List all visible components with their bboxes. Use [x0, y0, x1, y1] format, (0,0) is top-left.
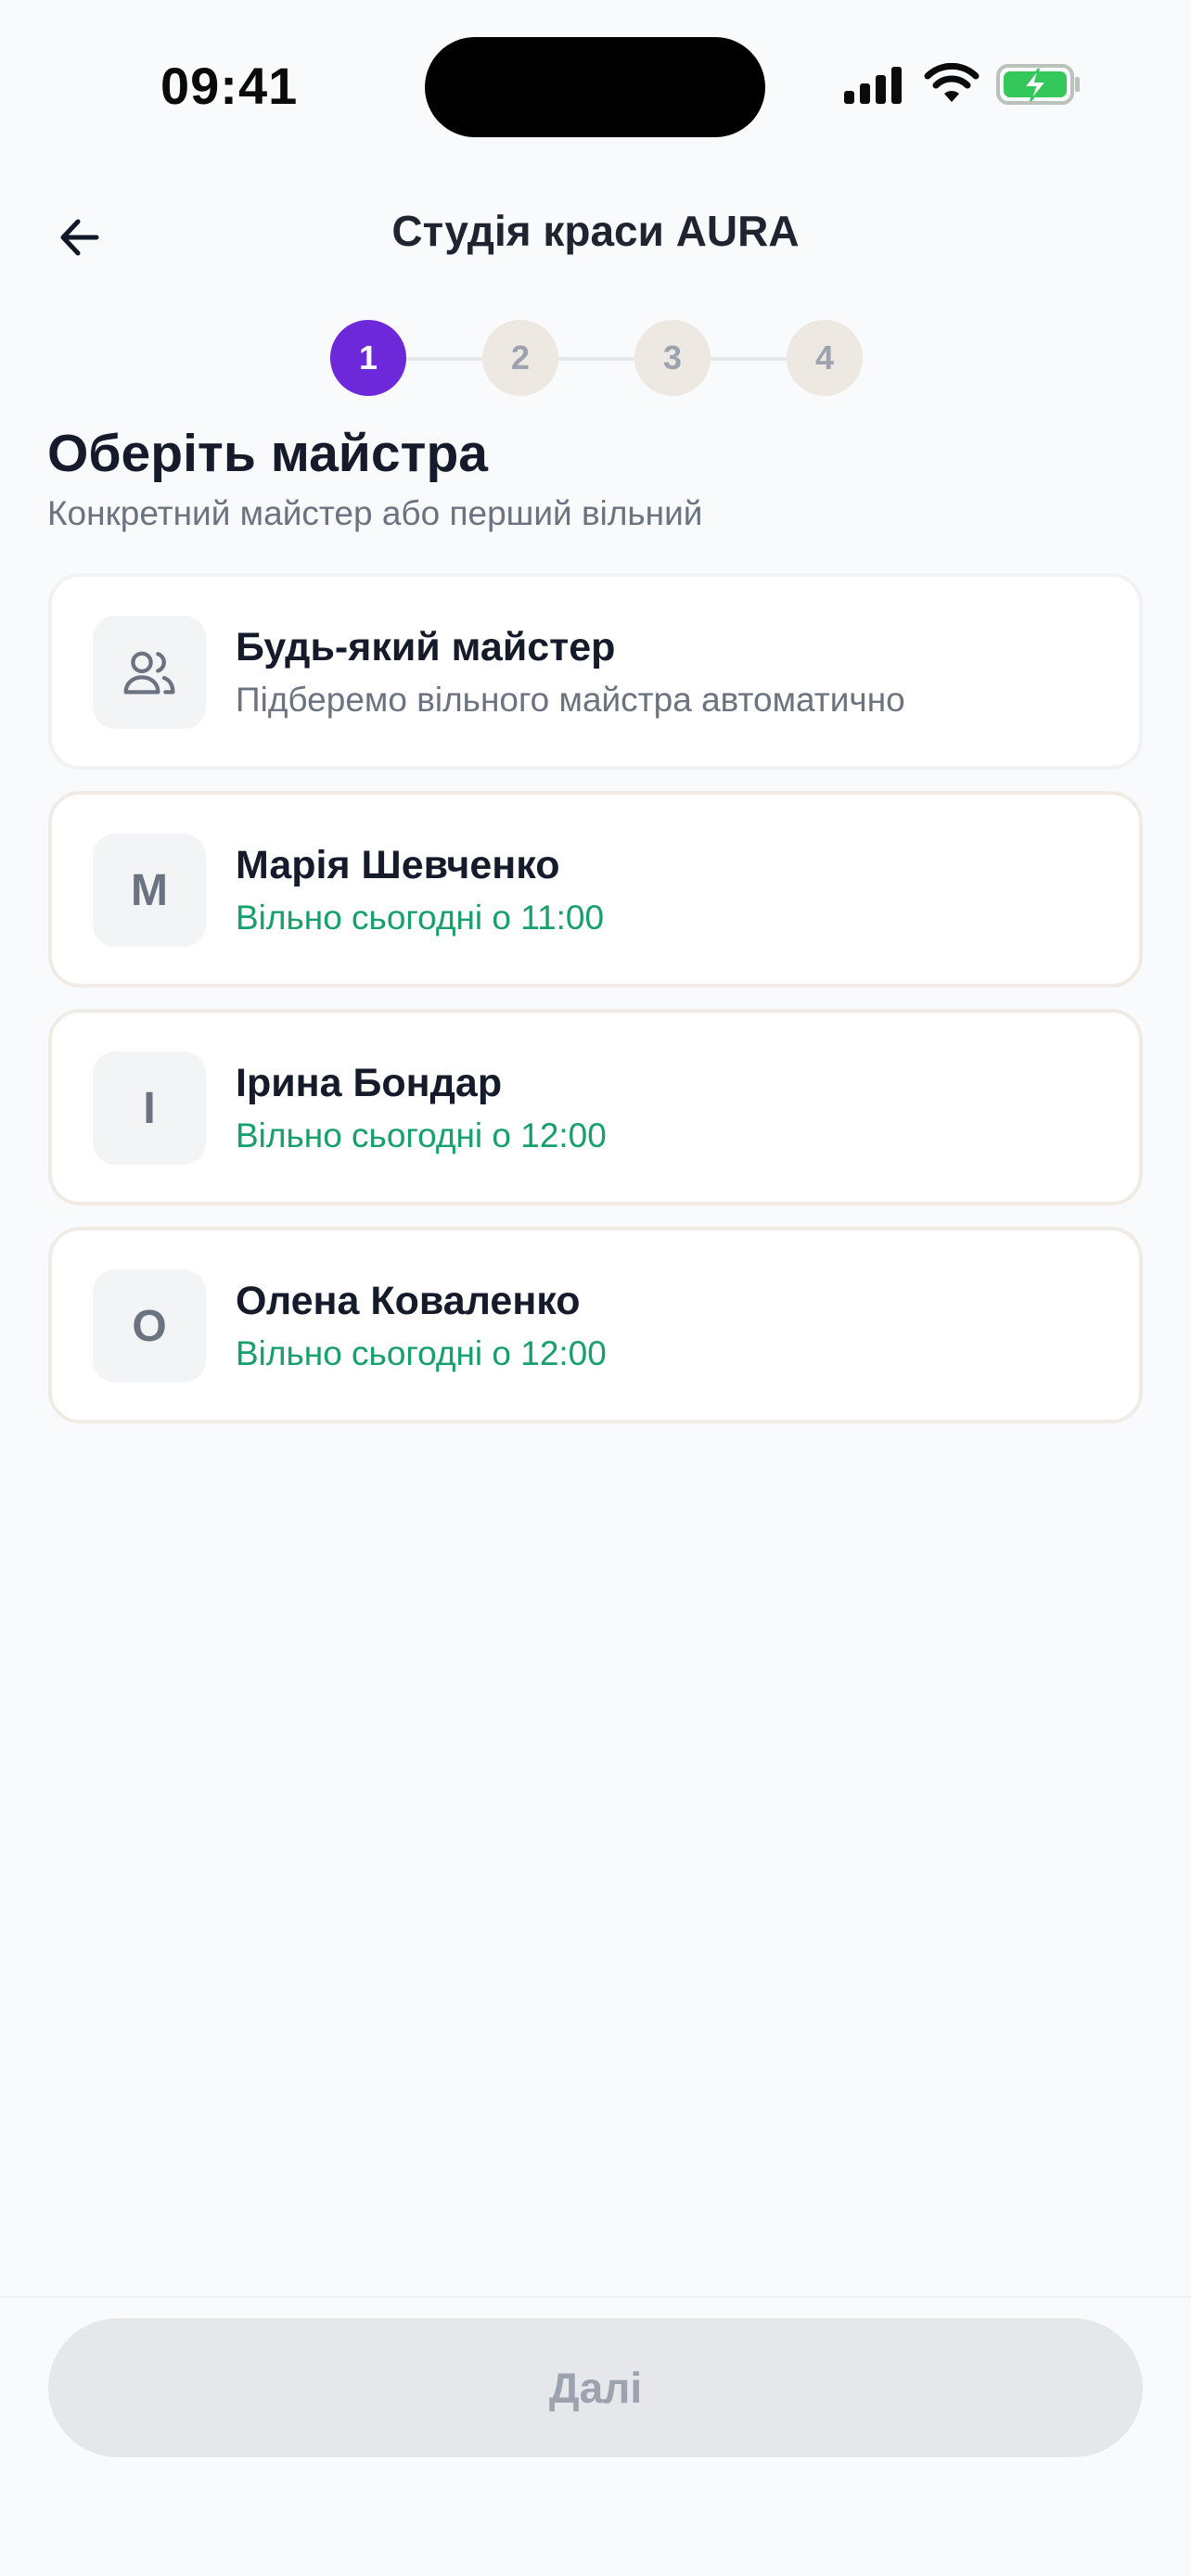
- users-icon: [123, 651, 175, 695]
- step-2: 2: [482, 320, 558, 396]
- stepper-connector: [711, 357, 787, 361]
- master-name: Олена Коваленко: [236, 1279, 581, 1323]
- battery-charging-icon: [996, 64, 1080, 105]
- master-card[interactable]: О Олена Коваленко Вільно сьогодні о 12:0…: [48, 1227, 1143, 1423]
- master-avatar: М: [93, 834, 206, 947]
- master-name: Ірина Бондар: [236, 1061, 503, 1105]
- master-avatar: О: [93, 1269, 206, 1383]
- progress-stepper: 1 2 3 4: [330, 320, 863, 396]
- status-bar: 09:41: [0, 0, 1191, 176]
- stepper-connector: [406, 357, 482, 361]
- step-3: 3: [634, 320, 711, 396]
- master-availability: Вільно сьогодні о 12:00: [236, 1116, 607, 1154]
- master-availability: Вільно сьогодні о 11:00: [236, 899, 605, 937]
- master-avatar: [93, 616, 206, 729]
- dynamic-island: [425, 37, 765, 137]
- page-header-title: Студія краси AURA: [391, 207, 800, 255]
- next-button[interactable]: Далі: [48, 2318, 1143, 2457]
- master-card-any[interactable]: Будь-який майстер Підберемо вільного май…: [48, 573, 1143, 770]
- master-card[interactable]: І Ірина Бондар Вільно сьогодні о 12:00: [48, 1009, 1143, 1205]
- page-title: Оберіть майстра: [47, 424, 488, 483]
- step-1: 1: [330, 320, 406, 396]
- master-status: Підберемо вільного майстра автоматично: [236, 681, 905, 719]
- signal-icon: [844, 67, 902, 104]
- wifi-icon: [924, 63, 980, 102]
- step-4: 4: [787, 320, 863, 396]
- master-card[interactable]: М Марія Шевченко Вільно сьогодні о 11:00: [48, 791, 1143, 988]
- master-avatar: І: [93, 1052, 206, 1165]
- status-time: 09:41: [160, 57, 299, 115]
- stepper-connector: [558, 357, 634, 361]
- master-availability: Вільно сьогодні о 12:00: [236, 1334, 607, 1372]
- page-subtitle: Конкретний майстер або перший вільний: [47, 494, 703, 532]
- footer-divider: [0, 2296, 1191, 2298]
- master-name: Будь-який майстер: [236, 625, 616, 670]
- master-name: Марія Шевченко: [236, 843, 560, 887]
- header: Студія краси AURA: [0, 176, 1191, 297]
